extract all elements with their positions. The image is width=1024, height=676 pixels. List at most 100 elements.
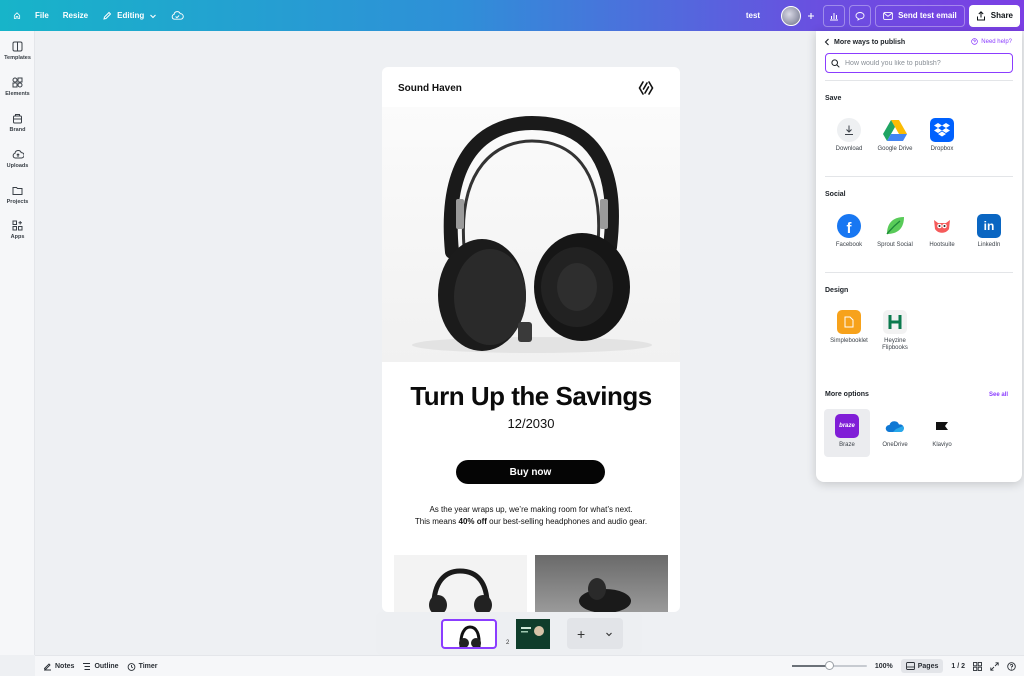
brand-logo-icon[interactable] [638, 80, 654, 96]
outline-label: Outline [94, 662, 119, 670]
braze-icon: braze [835, 414, 859, 438]
notes-button[interactable]: Notes [43, 662, 74, 671]
option-braze[interactable]: braze Braze [824, 409, 870, 457]
buy-now-button[interactable]: Buy now [456, 460, 605, 484]
brand-icon [13, 114, 22, 124]
pages-button[interactable]: Pages [900, 659, 944, 673]
editing-mode-dropdown[interactable]: Editing [95, 5, 164, 27]
resize-button[interactable]: Resize [56, 5, 95, 27]
option-google-drive[interactable]: Google Drive [872, 118, 918, 153]
sidebar-item-projects[interactable]: Projects [0, 185, 35, 205]
option-facebook[interactable]: f Facebook [826, 214, 872, 249]
option-simplebooklet[interactable]: Simplebooklet [826, 310, 872, 345]
copy-line-1: As the year wraps up, we’re making room … [429, 505, 633, 514]
publish-panel: More ways to publish Need help? Save Dow… [816, 31, 1022, 482]
timer-button[interactable]: Timer [127, 662, 158, 671]
add-collaborator-button[interactable] [803, 8, 819, 24]
uploads-icon [12, 149, 24, 159]
sidebar-item-apps[interactable]: Apps [0, 220, 35, 240]
sprout-social-icon [883, 214, 907, 238]
pages-icon [905, 662, 915, 670]
option-dropbox[interactable]: Dropbox [919, 118, 965, 153]
option-label: Klaviyo [932, 442, 952, 448]
option-linkedin[interactable]: in LinkedIn [966, 214, 1012, 249]
zoom-level[interactable]: 100% [875, 663, 893, 670]
notes-label: Notes [55, 662, 75, 670]
chevron-down-icon[interactable] [605, 630, 613, 638]
home-button[interactable] [6, 5, 28, 27]
send-test-email-button[interactable]: Send test email [875, 4, 965, 27]
save-status-button[interactable] [164, 5, 191, 27]
zoom-slider[interactable] [791, 661, 867, 670]
headline[interactable]: Turn Up the Savings [382, 381, 680, 412]
page-1-preview [459, 625, 481, 648]
option-klaviyo[interactable]: Klaviyo [919, 414, 965, 449]
product-image-headphones[interactable] [394, 555, 527, 612]
comments-button[interactable] [849, 4, 872, 27]
publish-search-field[interactable] [825, 53, 1013, 73]
file-menu[interactable]: File [28, 5, 56, 27]
option-label: OneDrive [882, 442, 908, 448]
body-copy[interactable]: As the year wraps up, we’re making room … [382, 504, 680, 528]
outline-button[interactable]: Outline [82, 662, 119, 671]
section-title-design: Design [825, 287, 849, 294]
page-count[interactable]: 1 / 2 [951, 663, 965, 670]
sidebar-item-templates[interactable]: Templates [0, 41, 35, 61]
mail-icon [883, 11, 893, 20]
option-sprout-social[interactable]: Sprout Social [872, 214, 918, 249]
headphones-hero-image[interactable] [382, 107, 680, 362]
option-label: Hootsuite [929, 242, 955, 248]
option-download[interactable]: Download [826, 118, 872, 153]
outline-icon [83, 662, 91, 670]
add-page-button[interactable]: + [567, 618, 623, 649]
help-circle-icon [971, 38, 979, 45]
insights-button[interactable] [823, 4, 846, 27]
see-all-link[interactable]: See all [989, 392, 1008, 398]
notes-icon [43, 662, 51, 670]
email-design-canvas[interactable]: Sound Haven Turn Up the Savings 12/2030 … [382, 67, 680, 612]
need-help-link[interactable]: Need help? [971, 38, 1012, 45]
document-title[interactable]: test [739, 5, 767, 27]
page-thumbnail-1[interactable] [441, 619, 497, 649]
sidebar-item-elements[interactable]: Elements [0, 77, 35, 97]
comment-icon [855, 11, 865, 21]
chevron-down-icon [150, 14, 157, 18]
editing-label: Editing [117, 11, 145, 20]
product-image-earbud[interactable] [535, 555, 668, 612]
facebook-icon: f [837, 214, 861, 238]
divider [825, 80, 1013, 81]
elements-icon [12, 77, 23, 88]
option-hootsuite[interactable]: Hootsuite [919, 214, 965, 249]
date-text[interactable]: 12/2030 [382, 416, 680, 431]
sidebar-item-brand[interactable]: Brand [0, 113, 35, 133]
divider [825, 272, 1013, 273]
pencil-icon [103, 11, 112, 20]
back-button[interactable]: More ways to publish [824, 38, 905, 46]
timer-label: Timer [138, 662, 158, 670]
section-title-save: Save [825, 95, 842, 102]
avatar[interactable] [781, 5, 802, 26]
fullscreen-icon[interactable] [990, 661, 999, 671]
bottom-bar: Notes Outline Timer 100% Pages 1 / 2 [35, 655, 1024, 676]
search-input[interactable] [845, 59, 1005, 67]
zoom-slider-handle[interactable] [824, 661, 834, 670]
zoom-slider-fill [791, 665, 830, 667]
option-label: Braze [839, 442, 855, 448]
brand-name[interactable]: Sound Haven [398, 83, 462, 94]
help-icon[interactable] [1007, 661, 1016, 671]
page-thumbnail-2[interactable] [516, 619, 550, 649]
option-label: Dropbox [930, 146, 954, 152]
sidebar-item-label: Uploads [6, 163, 29, 169]
share-button[interactable]: Share [968, 4, 1020, 27]
panel-title: More ways to publish [834, 38, 906, 46]
bar-chart-icon [830, 12, 839, 20]
hootsuite-icon [930, 214, 954, 238]
simplebooklet-icon [837, 310, 861, 334]
option-label: Google Drive [877, 146, 913, 152]
heyzine-icon [883, 310, 907, 334]
sidebar-item-uploads[interactable]: Uploads [0, 149, 35, 169]
option-onedrive[interactable]: OneDrive [872, 414, 918, 449]
grid-view-icon[interactable] [973, 661, 982, 671]
option-heyzine[interactable]: Heyzine Flipbooks [872, 310, 918, 352]
page-thumbnails-strip: 1 2 + [376, 612, 642, 655]
